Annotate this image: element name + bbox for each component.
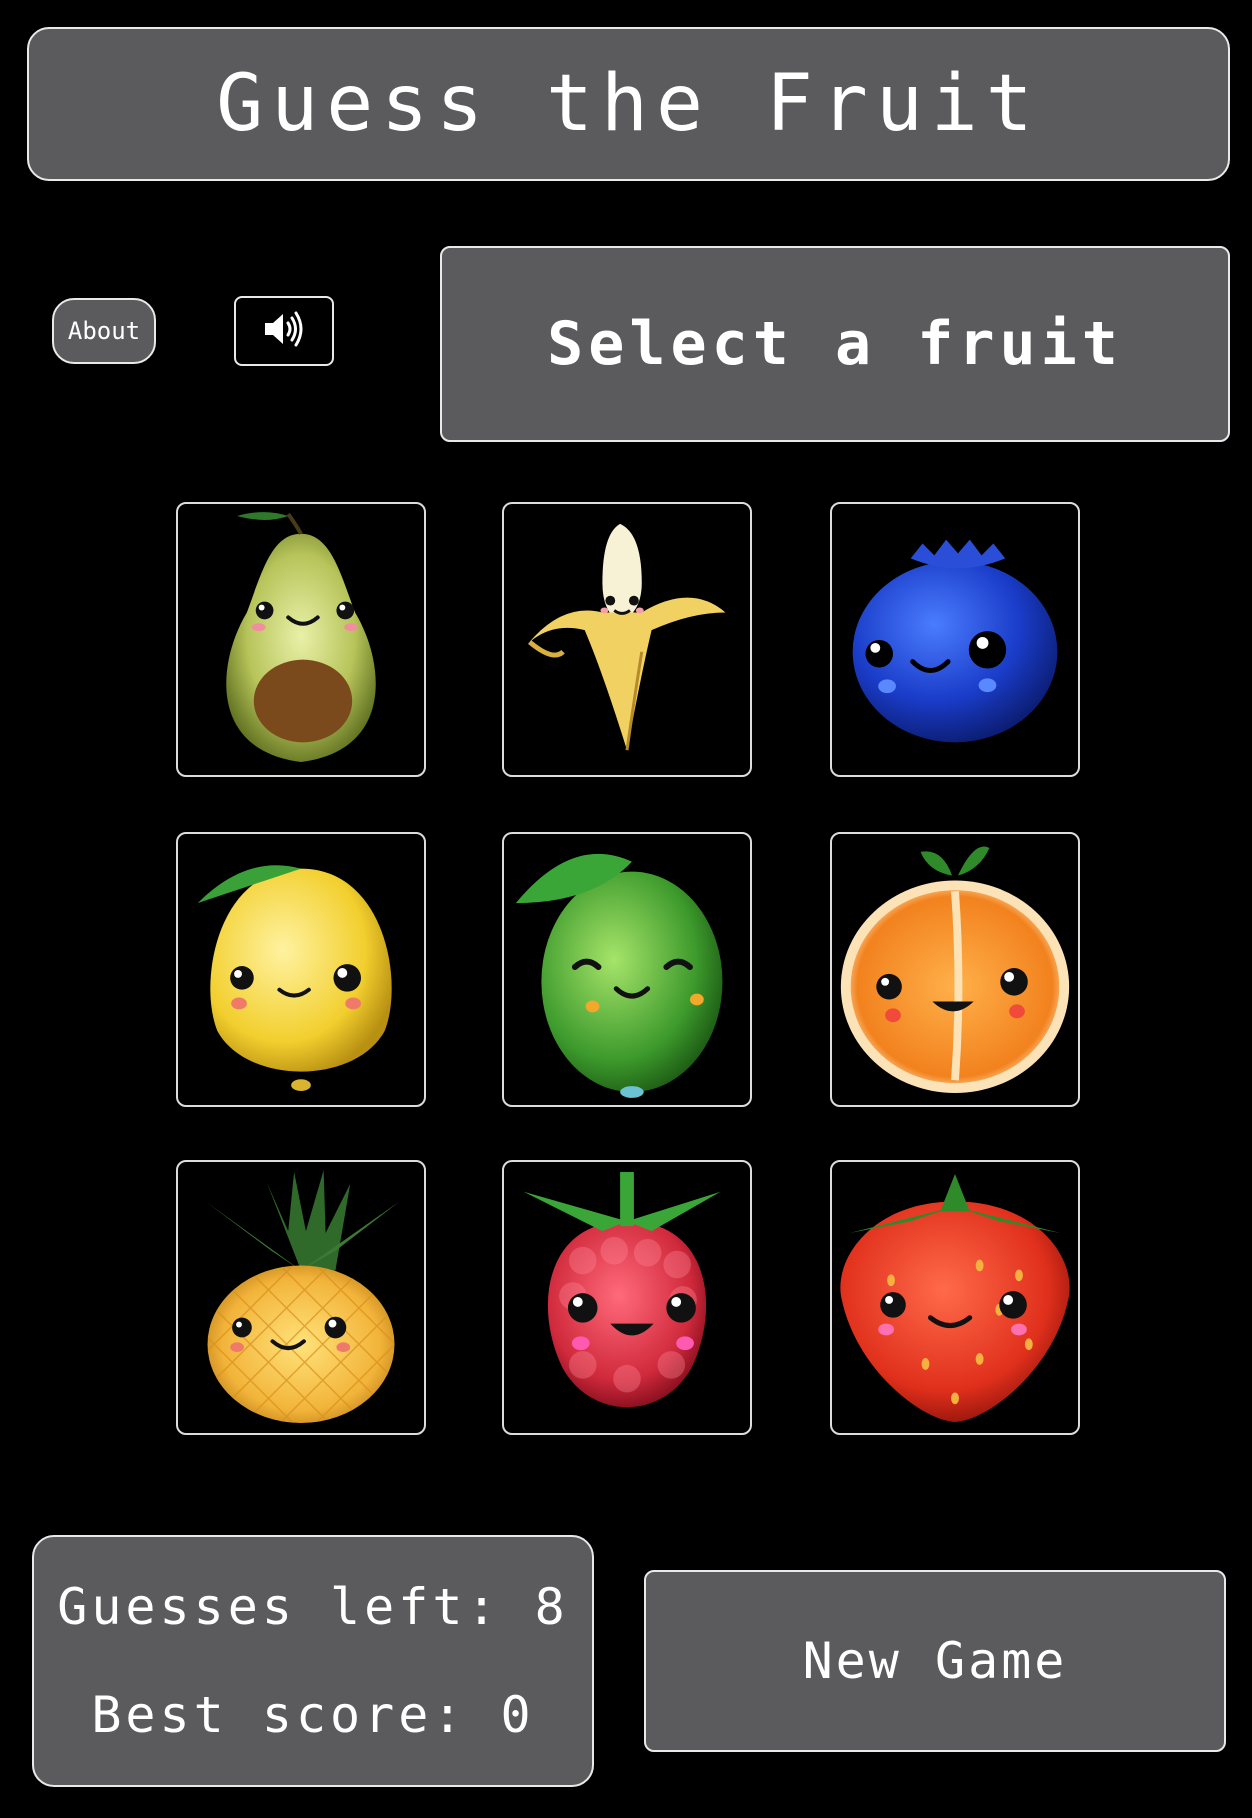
game-screen: Guess the Fruit About Select a fruit Gue… <box>0 0 1252 1818</box>
prompt-display: Select a fruit <box>440 246 1230 442</box>
strawberry-icon <box>840 1174 1070 1422</box>
fruit-tile-blueberry[interactable] <box>830 502 1080 777</box>
banana-icon <box>528 523 726 751</box>
guesses-left-text: Guesses left: 8 <box>57 1578 569 1636</box>
orange-icon <box>840 846 1070 1093</box>
score-panel: Guesses left: 8 Best score: 0 <box>32 1535 594 1787</box>
about-button[interactable]: About <box>52 298 156 364</box>
sound-toggle-button[interactable] <box>234 296 334 366</box>
fruit-tile-lemon[interactable] <box>176 832 426 1107</box>
lemon-icon <box>197 865 392 1092</box>
fruit-tile-strawberry[interactable] <box>830 1160 1080 1435</box>
new-game-button[interactable]: New Game <box>644 1570 1226 1752</box>
lime-icon <box>515 853 723 1098</box>
avocado-icon <box>226 512 376 763</box>
blueberry-icon <box>852 539 1058 743</box>
fruit-tile-raspberry[interactable] <box>502 1160 752 1435</box>
fruit-tile-banana[interactable] <box>502 502 752 777</box>
pineapple-icon <box>205 1170 400 1423</box>
fruit-tile-lime[interactable] <box>502 832 752 1107</box>
fruit-tile-pineapple[interactable] <box>176 1160 426 1435</box>
fruit-tile-orange[interactable] <box>830 832 1080 1107</box>
fruit-tile-avocado[interactable] <box>176 502 426 777</box>
speaker-volume-icon <box>261 309 307 353</box>
raspberry-icon <box>523 1172 721 1408</box>
best-score-text: Best score: 0 <box>91 1686 535 1744</box>
page-title: Guess the Fruit <box>27 27 1230 181</box>
